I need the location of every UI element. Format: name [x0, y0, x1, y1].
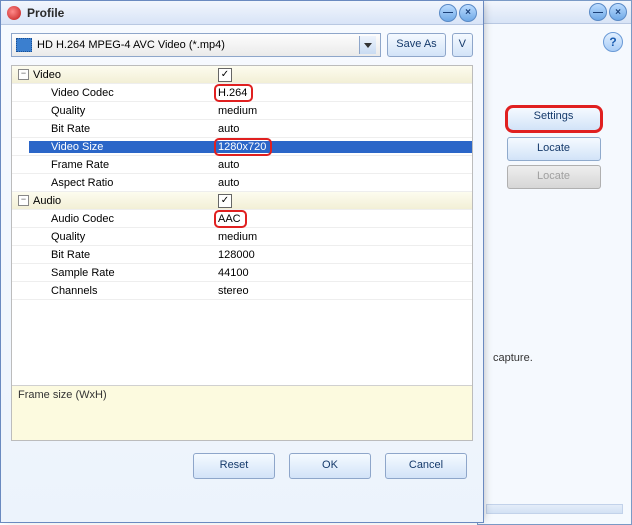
property-value[interactable]: auto	[214, 177, 472, 189]
property-name: Aspect Ratio	[29, 177, 214, 189]
property-name: Sample Rate	[29, 267, 214, 279]
group-header[interactable]: −Audio ✓	[12, 192, 472, 210]
grid-body: −Video✓Video CodecH.264QualitymediumBit …	[12, 66, 472, 381]
property-value[interactable]: auto	[214, 159, 472, 171]
group-name: Audio	[29, 195, 214, 207]
minimize-button[interactable]: —	[439, 4, 457, 22]
profile-window: Profile — × HD H.264 MPEG-4 AVC Video (*…	[0, 0, 484, 523]
property-row[interactable]: Frame Rateauto	[12, 156, 472, 174]
property-value[interactable]: AAC	[214, 213, 472, 225]
footer: Reset OK Cancel	[1, 441, 483, 491]
property-value[interactable]: 44100	[214, 267, 472, 279]
property-row[interactable]: Sample Rate44100	[12, 264, 472, 282]
property-row[interactable]: Video CodecH.264	[12, 84, 472, 102]
toolbar: HD H.264 MPEG-4 AVC Video (*.mp4) Save A…	[1, 25, 483, 65]
background-window: — × ? Settings Locate Locate capture.	[477, 0, 632, 525]
property-row[interactable]: Aspect Ratioauto	[12, 174, 472, 192]
bg-close-button[interactable]: ×	[609, 3, 627, 21]
property-name: Bit Rate	[29, 123, 214, 135]
property-name: Quality	[29, 231, 214, 243]
property-name: Channels	[29, 285, 214, 297]
ok-button[interactable]: OK	[289, 453, 371, 479]
checkbox[interactable]: ✓	[218, 68, 232, 82]
bg-titlebar: — ×	[478, 1, 631, 24]
window-title: Profile	[27, 6, 437, 20]
app-icon	[7, 6, 21, 20]
close-button[interactable]: ×	[459, 4, 477, 22]
property-row[interactable]: Qualitymedium	[12, 228, 472, 246]
locate-disabled-button: Locate	[507, 165, 601, 189]
locate-button[interactable]: Locate	[507, 137, 601, 161]
property-value[interactable]: auto	[214, 123, 472, 135]
settings-button[interactable]: Settings	[505, 105, 603, 133]
property-row[interactable]: Audio CodecAAC	[12, 210, 472, 228]
save-as-button[interactable]: Save As	[387, 33, 445, 57]
help-button[interactable]: ?	[603, 32, 623, 52]
property-grid: −Video✓Video CodecH.264QualitymediumBit …	[11, 65, 473, 441]
bg-text-fragment: capture.	[493, 352, 533, 364]
property-name: Quality	[29, 105, 214, 117]
side-buttons-area: Settings Locate Locate	[486, 101, 621, 193]
group-value: ✓	[214, 68, 472, 82]
property-row[interactable]: Bit Rateauto	[12, 120, 472, 138]
property-value[interactable]: 1280x720	[214, 141, 472, 153]
property-row[interactable]: Video Size1280x720	[12, 138, 472, 156]
profile-select[interactable]: HD H.264 MPEG-4 AVC Video (*.mp4)	[11, 33, 381, 57]
property-name: Video Size	[29, 141, 214, 153]
dropdown-arrow-icon	[359, 36, 376, 54]
property-value[interactable]: medium	[214, 231, 472, 243]
description-box: Frame size (WxH)	[12, 385, 472, 440]
group-value: ✓	[214, 194, 472, 208]
film-icon	[16, 38, 32, 52]
bg-minimize-button[interactable]: —	[589, 3, 607, 21]
property-name: Video Codec	[29, 87, 214, 99]
property-value[interactable]: H.264	[214, 87, 472, 99]
bg-status-bar	[486, 504, 623, 514]
profile-select-value: HD H.264 MPEG-4 AVC Video (*.mp4)	[37, 39, 225, 51]
expander-icon[interactable]: −	[18, 69, 29, 80]
group-name: Video	[29, 69, 214, 81]
property-name: Bit Rate	[29, 249, 214, 261]
cancel-button[interactable]: Cancel	[385, 453, 467, 479]
property-row[interactable]: Qualitymedium	[12, 102, 472, 120]
v-button[interactable]: V	[452, 33, 473, 57]
profile-titlebar: Profile — ×	[1, 1, 483, 25]
property-row[interactable]: Channelsstereo	[12, 282, 472, 300]
checkbox[interactable]: ✓	[218, 194, 232, 208]
property-name: Audio Codec	[29, 213, 214, 225]
expander-icon[interactable]: −	[18, 195, 29, 206]
property-value[interactable]: medium	[214, 105, 472, 117]
group-header[interactable]: −Video ✓	[12, 66, 472, 84]
reset-button[interactable]: Reset	[193, 453, 275, 479]
property-value[interactable]: 128000	[214, 249, 472, 261]
property-value[interactable]: stereo	[214, 285, 472, 297]
property-row[interactable]: Bit Rate128000	[12, 246, 472, 264]
property-name: Frame Rate	[29, 159, 214, 171]
